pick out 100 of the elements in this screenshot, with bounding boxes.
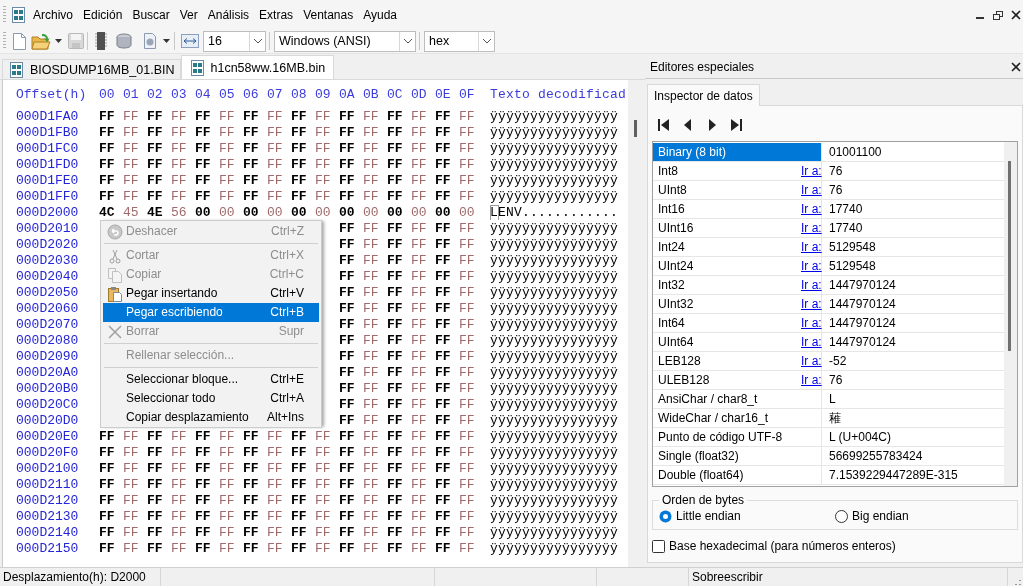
- go-to-link[interactable]: Ir a:: [801, 354, 822, 369]
- byte-value: FF: [315, 445, 332, 461]
- byte-value: FF: [339, 525, 356, 541]
- page-icon[interactable]: [142, 33, 156, 49]
- menu-item[interactable]: Ver: [174, 4, 203, 25]
- byte-value: FF: [99, 493, 116, 509]
- byte-value: FF: [315, 461, 332, 477]
- app-icon[interactable]: [11, 6, 25, 23]
- dropdown[interactable]: hex: [424, 30, 495, 52]
- table-cell[interactable]: Double (float64): [653, 466, 822, 484]
- byte-value: FF: [411, 125, 428, 141]
- byte-value: FF: [243, 429, 260, 445]
- table-cell[interactable]: Binary (8 bit): [653, 143, 822, 161]
- byte-value: FF: [339, 509, 356, 525]
- byte-value: FF: [243, 541, 260, 557]
- byte-value: FF: [459, 413, 476, 429]
- byte-value: FF: [267, 109, 284, 125]
- go-to-link[interactable]: Ir a:: [801, 316, 822, 331]
- byte-value: FF: [243, 525, 260, 541]
- row-offset: 000D2060: [16, 301, 80, 317]
- checkbox[interactable]: Base hexadecimal (para números enteros): [652, 539, 1018, 553]
- menu-item[interactable]: Ventanas: [298, 4, 359, 25]
- go-to-link[interactable]: Ir a:: [801, 259, 822, 274]
- dropdown[interactable]: 16: [203, 30, 266, 52]
- menu-item[interactable]: Seleccionar bloque... Ctrl+E: [103, 370, 319, 389]
- chip-icon[interactable]: [95, 32, 107, 50]
- column-header: 0C: [387, 87, 404, 103]
- first-icon[interactable]: [657, 116, 671, 133]
- table-cell-text: 7.1539229447289E-315: [828, 467, 958, 484]
- menu-item[interactable]: Análisis: [202, 4, 255, 25]
- byte-value: FF: [387, 237, 404, 253]
- table-cell[interactable]: Single (float32): [653, 447, 822, 465]
- close-icon[interactable]: [1011, 61, 1021, 72]
- go-to-link[interactable]: Ir a:: [801, 240, 822, 255]
- byte-value: FF: [99, 477, 116, 493]
- new-file-icon[interactable]: [12, 32, 26, 50]
- table-cell[interactable]: Punto de código UTF-8: [653, 428, 822, 446]
- byte-value: FF: [147, 461, 164, 477]
- byte-value: FF: [219, 125, 236, 141]
- radio-button[interactable]: Big endian: [835, 509, 1011, 523]
- byte-value: 00: [243, 205, 260, 221]
- byte-value: FF: [315, 509, 332, 525]
- go-to-link[interactable]: Ir a:: [801, 373, 822, 388]
- scroll-thumb[interactable]: [634, 120, 637, 137]
- caret-icon[interactable]: [402, 38, 413, 44]
- menu-item[interactable]: Buscar: [127, 4, 175, 25]
- byte-value: FF: [363, 541, 380, 557]
- byte-value: FF: [387, 509, 404, 525]
- menu-item[interactable]: Ayuda: [358, 4, 402, 25]
- menu-item[interactable]: Edición: [78, 4, 128, 25]
- file-tab[interactable]: BIOSDUMP16MB_01.BIN: [2, 59, 181, 79]
- byte-value: FF: [459, 285, 476, 301]
- menu-item[interactable]: Extras: [254, 4, 299, 25]
- go-to-link[interactable]: Ir a:: [801, 335, 822, 350]
- go-to-link[interactable]: Ir a:: [801, 164, 822, 179]
- go-to-link[interactable]: Ir a:: [801, 183, 822, 198]
- caret-icon[interactable]: [55, 39, 62, 43]
- menu-item[interactable]: Archivo: [28, 4, 78, 25]
- byte-value: 00: [195, 205, 212, 221]
- panel-tab[interactable]: Inspector de datos: [647, 84, 760, 106]
- byte-value: FF: [123, 493, 140, 509]
- caret-icon[interactable]: [481, 38, 492, 44]
- scrollbar[interactable]: [628, 80, 643, 567]
- scroll-thumb[interactable]: [1008, 161, 1011, 351]
- table-cell[interactable]: AnsiChar / char8_t: [653, 390, 822, 408]
- byte-value: FF: [291, 109, 308, 125]
- table-cell-text: 01001100: [828, 144, 882, 161]
- caret-icon[interactable]: [163, 39, 170, 43]
- byte-value: FF: [387, 413, 404, 429]
- byte-value: FF: [363, 157, 380, 173]
- byte-value: FF: [291, 141, 308, 157]
- last-icon[interactable]: [729, 116, 743, 133]
- caret-icon[interactable]: [252, 38, 263, 44]
- byte-value: FF: [267, 157, 284, 173]
- menu-item[interactable]: Pegar escribiendo Ctrl+B: [103, 303, 319, 322]
- toolbar-grip[interactable]: [3, 32, 6, 50]
- go-to-link[interactable]: Ir a:: [801, 297, 822, 312]
- go-to-link[interactable]: Ir a:: [801, 278, 822, 293]
- byte-value: FF: [123, 141, 140, 157]
- toolbar-grip[interactable]: [3, 5, 6, 24]
- byte-value: FF: [99, 189, 116, 205]
- width-icon[interactable]: [181, 34, 199, 48]
- go-to-link[interactable]: Ir a:: [801, 202, 822, 217]
- scrollbar[interactable]: [1004, 142, 1017, 486]
- go-to-link[interactable]: Ir a:: [801, 221, 822, 236]
- byte-value: FF: [195, 541, 212, 557]
- byte-value: FF: [387, 301, 404, 317]
- byte-value: FF: [147, 477, 164, 493]
- dropdown[interactable]: Windows (ANSI): [274, 30, 416, 52]
- decoded-text: ÿÿÿÿÿÿÿÿÿÿÿÿÿÿÿÿ: [490, 397, 619, 412]
- menu-item[interactable]: Copiar desplazamiento Alt+Ins: [103, 408, 319, 427]
- menu-item[interactable]: Seleccionar todo Ctrl+A: [103, 389, 319, 408]
- byte-value: FF: [387, 157, 404, 173]
- table-cell[interactable]: WideChar / char16_t: [653, 409, 822, 427]
- menu-item[interactable]: Pegar insertando Ctrl+V: [103, 284, 319, 303]
- byte-value: 00: [339, 205, 356, 221]
- byte-value: FF: [435, 493, 452, 509]
- file-tab[interactable]: h1cn58ww.16MB.bin: [180, 55, 335, 79]
- byte-value: FF: [99, 141, 116, 157]
- radio-button[interactable]: Little endian: [659, 509, 835, 523]
